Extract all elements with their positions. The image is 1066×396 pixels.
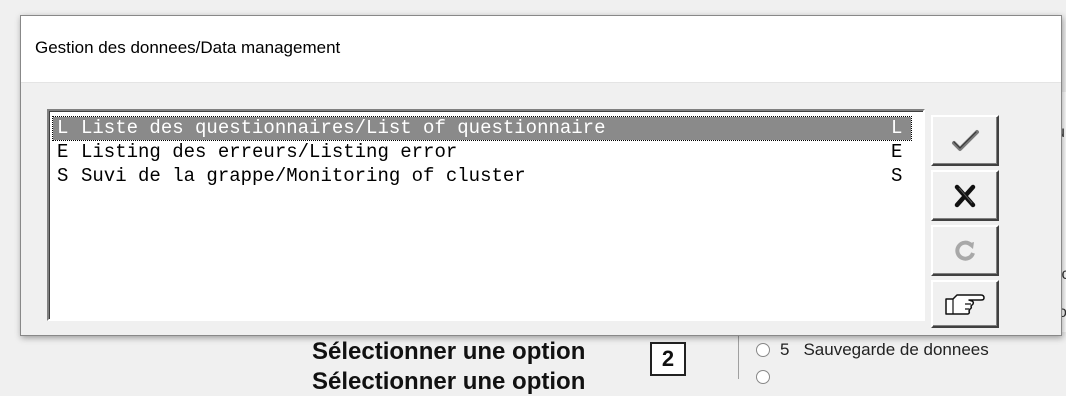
data-management-dialog: Gestion des donnees/Data management L Li… xyxy=(20,15,1062,336)
list-item-key: S xyxy=(57,165,69,187)
refresh-button[interactable] xyxy=(931,225,999,276)
list-item-cluster[interactable]: S Suvi de la grappe/Monitoring of cluste… xyxy=(53,165,911,188)
list-item-errors[interactable]: E Listing des erreurs/Listing error E xyxy=(53,141,911,164)
radio-button[interactable] xyxy=(756,343,770,357)
radio-option-next[interactable] xyxy=(756,370,780,384)
radio-option-label: Sauvegarde de donnees xyxy=(803,340,989,359)
option-number-field[interactable]: 2 xyxy=(650,342,686,376)
list-item-shortcut: E xyxy=(891,141,903,163)
options-list[interactable]: L Liste des questionnaires/List of quest… xyxy=(47,109,925,321)
list-item-label: Listing des erreurs/Listing error xyxy=(81,141,458,163)
list-item-label: Liste des questionnaires/List of questio… xyxy=(81,117,606,139)
ok-button[interactable] xyxy=(931,115,999,166)
checkmark-icon xyxy=(952,129,979,151)
select-option-label: Sélectionner une option xyxy=(312,338,586,365)
list-item-shortcut: S xyxy=(891,165,903,187)
cross-icon xyxy=(954,184,976,207)
pointing-hand-icon xyxy=(945,294,985,315)
refresh-icon xyxy=(955,240,975,261)
radio-button[interactable] xyxy=(756,370,770,384)
list-item-label: Suvi de la grappe/Monitoring of cluster xyxy=(81,165,526,187)
list-item-shortcut: L xyxy=(891,117,903,139)
dialog-title: Gestion des donnees/Data management xyxy=(35,38,341,57)
select-option-label-repeat: Sélectionner une option xyxy=(312,368,586,395)
radio-option-number: 5 xyxy=(780,340,790,359)
radio-option-5[interactable]: 5 Sauvegarde de donnees xyxy=(756,340,989,360)
dialog-title-bar[interactable]: Gestion des donnees/Data management xyxy=(21,16,1061,83)
cancel-button[interactable] xyxy=(931,170,999,221)
list-item-questionnaires[interactable]: L Liste des questionnaires/List of quest… xyxy=(52,116,912,141)
list-item-key: L xyxy=(57,117,69,139)
list-item-key: E xyxy=(57,141,69,163)
pointer-button[interactable] xyxy=(931,280,999,328)
